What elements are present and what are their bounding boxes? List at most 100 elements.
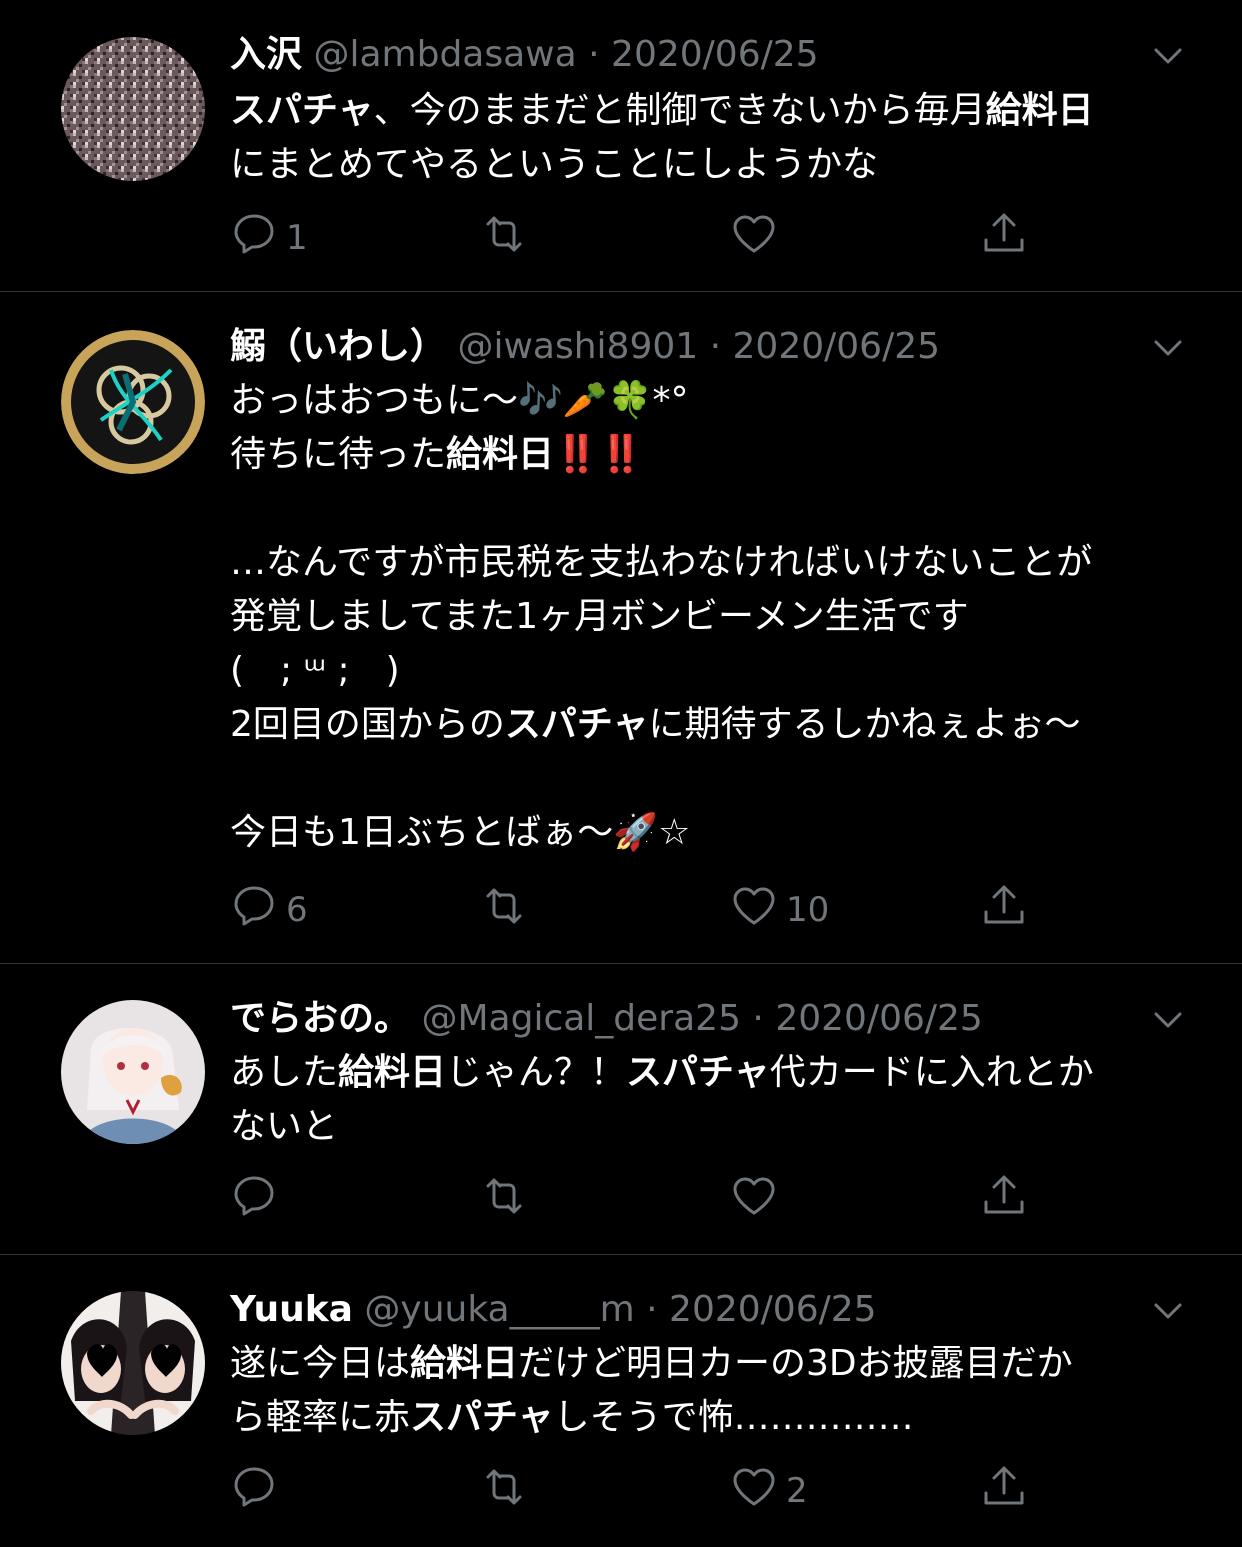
text-segment: 2回目の国からの — [230, 704, 505, 745]
tweet-header: 鰯（いわし） @iwashi8901 · 2020/06/25 — [230, 322, 940, 372]
retweet-icon — [480, 882, 528, 939]
tweet-actions — [0, 1170, 1242, 1230]
text-segment: ら軽率に赤 — [230, 1397, 411, 1438]
highlighted-keyword: スパチャ — [626, 1052, 770, 1093]
reply-icon — [230, 1463, 278, 1520]
reply-count: 1 — [286, 218, 308, 258]
text-segment: に期待するしかねぇよぉ〜 — [648, 704, 1081, 745]
emphasis-mark: ‼️‼️ — [554, 434, 644, 475]
user-handle[interactable]: @lambdasawa — [313, 34, 576, 75]
text-segment: じゃん？！ — [446, 1052, 627, 1093]
reply-count: 6 — [286, 890, 308, 930]
text-line: ないと — [230, 1100, 1220, 1154]
text-segment: …なんですが市民税を支払わなければいけないことが — [230, 542, 1093, 583]
tweet-header: Yuuka @yuuka_____m · 2020/06/25 — [230, 1285, 877, 1335]
text-segment: にまとめてやるということにしようかな — [230, 144, 879, 185]
text-segment: 代カードに入れとか — [769, 1052, 1094, 1093]
display-name[interactable]: Yuuka — [230, 1289, 353, 1330]
highlighted-keyword: スパチャ — [410, 1397, 554, 1438]
tweet[interactable]: Yuuka @yuuka_____m · 2020/06/25 遂に今日は給料日… — [0, 1255, 1242, 1547]
avatar[interactable] — [61, 330, 205, 474]
highlighted-keyword: 給料日 — [446, 434, 555, 475]
tweet-header: 入沢 @lambdasawa · 2020/06/25 — [230, 30, 819, 80]
tweet-header: でらおの。 @Magical_dera25 · 2020/06/25 — [230, 994, 983, 1044]
avatar[interactable] — [61, 37, 205, 181]
text-line: あした給料日じゃん？！スパチャ代カードに入れとか — [230, 1046, 1220, 1100]
share-button[interactable] — [980, 1170, 1028, 1230]
retweet-button[interactable] — [480, 1461, 536, 1521]
user-handle[interactable]: @Magical_dera25 — [421, 998, 741, 1039]
tweet-text: 遂に今日は給料日だけど明日カーの3Dお披露目だから軽率に赤スパチャしそうで怖……… — [230, 1337, 1220, 1445]
reply-button[interactable]: 6 — [230, 880, 308, 940]
retweet-button[interactable] — [480, 1170, 536, 1230]
chevron-down-icon[interactable] — [1150, 1293, 1186, 1329]
share-icon — [980, 882, 1028, 939]
tweet-date[interactable]: 2020/06/25 — [733, 326, 941, 367]
display-name[interactable]: でらおの。 — [230, 998, 410, 1039]
display-name[interactable]: 鰯（いわし） — [230, 326, 446, 367]
text-line: 2回目の国からのスパチャに期待するしかねぇよぉ〜 — [230, 698, 1220, 752]
text-segment: 、今のままだと制御できないから毎月 — [373, 90, 986, 131]
retweet-icon — [480, 210, 528, 267]
text-segment: 今日も1日ぶちとばぁ〜🚀☆ — [230, 812, 691, 853]
chevron-down-icon[interactable] — [1150, 1002, 1186, 1038]
share-button[interactable] — [980, 1461, 1028, 1521]
share-icon — [980, 210, 1028, 267]
reply-button[interactable] — [230, 1170, 286, 1230]
text-segment: ( ; ᵚ ; ) — [230, 650, 400, 691]
display-name[interactable]: 入沢 — [230, 34, 302, 75]
retweet-button[interactable] — [480, 880, 536, 940]
share-button[interactable] — [980, 880, 1028, 940]
retweet-icon — [480, 1172, 528, 1229]
text-line: 発覚しましてまた1ヶ月ボンビーメン生活です — [230, 590, 1220, 644]
text-segment: おっはおつもに〜🎶🥕🍀*° — [230, 380, 689, 421]
reply-icon — [230, 1172, 278, 1229]
text-line: …なんですが市民税を支払わなければいけないことが — [230, 536, 1220, 590]
separator-dot: · — [752, 998, 764, 1039]
text-line: ( ; ᵚ ; ) — [230, 644, 1220, 698]
chevron-down-icon[interactable] — [1150, 330, 1186, 366]
user-handle[interactable]: @iwashi8901 — [457, 326, 698, 367]
avatar[interactable] — [61, 1000, 205, 1144]
user-handle[interactable]: @yuuka_____m — [364, 1289, 634, 1330]
share-button[interactable] — [980, 208, 1028, 268]
like-button[interactable] — [730, 1170, 786, 1230]
tweet[interactable]: 鰯（いわし） @iwashi8901 · 2020/06/25 おっはおつもに〜… — [0, 292, 1242, 964]
tweet-text: スパチャ、今のままだと制御できないから毎月給料日 にまとめてやるということにしよう… — [230, 84, 1220, 192]
tweet-actions: 6 10 — [0, 880, 1242, 940]
avatar[interactable] — [61, 1291, 205, 1435]
heart-icon — [730, 882, 778, 939]
highlighted-keyword: 給料日 — [410, 1343, 519, 1384]
text-segment: 待ちに待った — [230, 434, 447, 475]
share-icon — [980, 1463, 1028, 1520]
like-button[interactable]: 2 — [730, 1461, 808, 1521]
chevron-down-icon[interactable] — [1150, 38, 1186, 74]
like-count: 10 — [786, 890, 830, 930]
tweet[interactable]: でらおの。 @Magical_dera25 · 2020/06/25 あした給料… — [0, 964, 1242, 1255]
tweet[interactable]: 入沢 @lambdasawa · 2020/06/25 スパチャ、今のままだと制… — [0, 0, 1242, 292]
text-segment: しそうで怖…………… — [553, 1397, 914, 1438]
text-segment: 遂に今日は — [230, 1343, 411, 1384]
highlighted-keyword: 給料日 — [985, 90, 1094, 131]
like-button[interactable] — [730, 208, 786, 268]
tweet-date[interactable]: 2020/06/25 — [669, 1289, 877, 1330]
highlighted-keyword: スパチャ — [504, 704, 649, 745]
like-button[interactable]: 10 — [730, 880, 829, 940]
tweet-text: あした給料日じゃん？！スパチャ代カードに入れとかないと — [230, 1046, 1220, 1154]
reply-button[interactable] — [230, 1461, 286, 1521]
text-line: 待ちに待った給料日‼️‼️ — [230, 428, 1220, 482]
text-segment: だけど明日カーの3Dお披露目だか — [518, 1343, 1073, 1384]
tweet-date[interactable]: 2020/06/25 — [611, 34, 819, 75]
retweet-button[interactable] — [480, 208, 536, 268]
text-line: おっはおつもに〜🎶🥕🍀*° — [230, 374, 1220, 428]
text-segment: ないと — [230, 1106, 339, 1147]
text-segment: あした — [230, 1052, 339, 1093]
separator-dot: · — [646, 1289, 658, 1330]
reply-button[interactable]: 1 — [230, 208, 308, 268]
tweet-date[interactable]: 2020/06/25 — [775, 998, 983, 1039]
like-count: 2 — [786, 1471, 808, 1511]
share-icon — [980, 1172, 1028, 1229]
tweet-text: おっはおつもに〜🎶🥕🍀*° 待ちに待った給料日‼️‼️ …なんですが市民税を支払わな… — [230, 374, 1220, 860]
text-line: ら軽率に赤スパチャしそうで怖…………… — [230, 1391, 1220, 1445]
text-line: にまとめてやるということにしようかな — [230, 138, 1220, 192]
